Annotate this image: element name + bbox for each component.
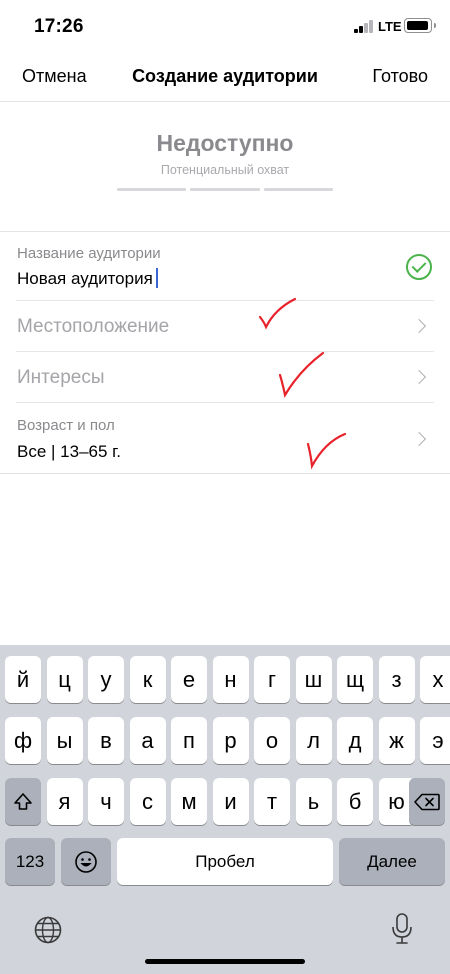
interests-label: Интересы — [17, 367, 105, 388]
reach-indicator — [117, 188, 333, 191]
letter-key[interactable]: з — [378, 656, 415, 703]
audience-name-value: Новая аудитория — [17, 269, 153, 288]
emoji-icon — [75, 850, 97, 873]
letter-key[interactable]: п — [171, 717, 207, 764]
battery-icon — [404, 18, 436, 33]
chevron-right-icon — [411, 369, 427, 385]
letter-key[interactable]: г — [254, 656, 290, 703]
letter-key[interactable]: о — [254, 717, 290, 764]
home-indicator — [145, 959, 305, 964]
letter-key[interactable]: х — [420, 656, 450, 703]
globe-icon[interactable] — [33, 915, 63, 945]
letter-key[interactable]: ш — [295, 656, 332, 703]
annotation-checkmark — [258, 297, 297, 330]
age-gender-value: Все | 13–65 г. — [17, 442, 122, 461]
letter-key[interactable]: т — [254, 778, 290, 825]
location-label: Местоположение — [17, 316, 170, 337]
emoji-key[interactable] — [61, 838, 111, 885]
letter-key[interactable]: ы — [46, 717, 83, 764]
letter-key[interactable]: н — [212, 656, 249, 703]
age-gender-row[interactable]: Возраст и пол Все | 13–65 г. — [0, 403, 450, 474]
annotation-checkmark — [306, 432, 347, 470]
numbers-key[interactable]: 123 — [5, 838, 55, 885]
status-bar: 17:26 LTE — [0, 0, 450, 50]
text-cursor — [155, 268, 158, 288]
letter-key[interactable]: ф — [5, 717, 41, 764]
letter-key[interactable]: ц — [46, 656, 83, 703]
network-type: LTE — [378, 19, 402, 34]
letter-key[interactable]: б — [337, 778, 373, 825]
next-key[interactable]: Далее — [339, 838, 445, 885]
cancel-button[interactable]: Отмена — [22, 66, 87, 87]
interests-row[interactable]: Интересы — [0, 352, 450, 403]
letter-key[interactable]: щ — [337, 656, 373, 703]
letter-key[interactable]: л — [295, 717, 332, 764]
annotation-checkmark — [278, 351, 325, 399]
audience-form: Название аудитории Новая аудитория Место… — [0, 231, 450, 474]
done-button[interactable]: Готово — [372, 66, 428, 87]
backspace-key[interactable] — [409, 778, 445, 825]
audience-name-row[interactable]: Название аудитории Новая аудитория — [0, 232, 450, 301]
status-time: 17:26 — [34, 16, 84, 37]
check-circle-icon — [406, 254, 432, 280]
letter-key[interactable]: я — [46, 778, 83, 825]
space-key[interactable]: Пробел — [117, 838, 333, 885]
backspace-icon — [414, 793, 440, 810]
letter-key[interactable]: к — [129, 656, 166, 703]
letter-key[interactable]: д — [337, 717, 373, 764]
letter-key[interactable]: р — [212, 717, 249, 764]
letter-key[interactable]: м — [171, 778, 207, 825]
letter-key[interactable]: и — [212, 778, 249, 825]
audience-name-input[interactable]: Новая аудитория — [17, 268, 158, 289]
reach-value: Недоступно — [156, 130, 294, 156]
letter-key[interactable]: ж — [378, 717, 415, 764]
letter-key[interactable]: е — [171, 656, 207, 703]
audience-name-caption: Название аудитории — [17, 245, 161, 262]
letter-key[interactable]: ч — [88, 778, 124, 825]
letter-key[interactable]: с — [129, 778, 166, 825]
shift-icon — [14, 792, 32, 810]
letter-key[interactable]: у — [88, 656, 124, 703]
nav-bar: Отмена Создание аудитории Готово — [0, 50, 450, 102]
microphone-icon[interactable] — [390, 912, 414, 946]
letter-key[interactable]: ь — [295, 778, 332, 825]
chevron-right-icon — [411, 318, 427, 334]
letter-key[interactable]: в — [88, 717, 124, 764]
reach-caption: Потенциальный охват — [160, 163, 290, 177]
letter-key[interactable]: э — [420, 717, 450, 764]
age-gender-caption: Возраст и пол — [17, 417, 115, 434]
chevron-right-icon — [411, 431, 427, 447]
signal-icon — [354, 20, 374, 33]
letter-key[interactable]: й — [5, 656, 41, 703]
location-row[interactable]: Местоположение — [0, 301, 450, 352]
letter-key[interactable]: а — [129, 717, 166, 764]
shift-key[interactable] — [5, 778, 41, 825]
